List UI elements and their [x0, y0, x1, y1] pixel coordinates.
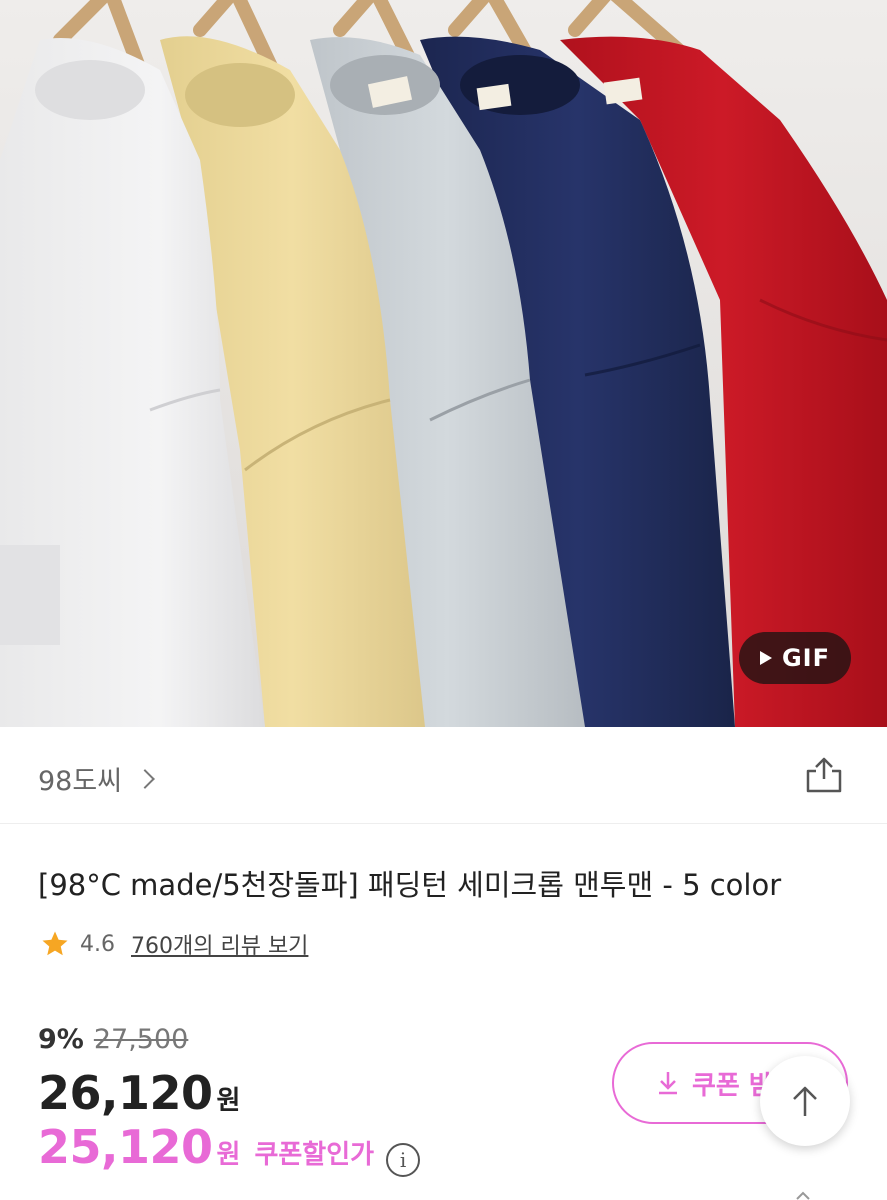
- store-name: 98도씨: [38, 766, 123, 797]
- rating-row: 4.6 760개의 리뷰 보기: [40, 928, 308, 960]
- info-icon[interactable]: i: [386, 1143, 421, 1177]
- play-icon: [759, 651, 772, 665]
- sale-price-unit: 원: [216, 1086, 241, 1116]
- star-icon: [42, 931, 68, 956]
- rating-score: 4.6: [80, 931, 115, 957]
- coupon-price: 25,120: [38, 1120, 213, 1174]
- gif-label: GIF: [781, 644, 831, 672]
- sale-price: 26,120: [38, 1066, 213, 1120]
- download-icon: [659, 1072, 677, 1095]
- chevron-right-icon: [135, 768, 155, 789]
- discount-percent: 9%: [38, 1024, 84, 1055]
- scroll-top-button[interactable]: [760, 1056, 850, 1146]
- arrow-up-icon: [793, 1086, 817, 1116]
- coupon-price-row: 25,120 원 쿠폰할인가 i: [38, 1120, 421, 1177]
- reviews-link[interactable]: 760개의 리뷰 보기: [131, 928, 308, 960]
- discount-row: 9% 27,500: [38, 1024, 188, 1055]
- coupon-price-label: 쿠폰할인가: [254, 1140, 375, 1170]
- sweatshirts-photo: [0, 0, 887, 727]
- original-price: 27,500: [93, 1024, 189, 1055]
- store-row: 98도씨: [0, 727, 887, 824]
- share-icon[interactable]: [804, 755, 844, 795]
- gif-badge[interactable]: GIF: [739, 632, 851, 684]
- product-title: [98°C made/5천장돌파] 패딩턴 세미크롭 맨투맨 - 5 color: [38, 868, 782, 902]
- product-image[interactable]: GIF: [0, 0, 887, 727]
- coupon-price-unit: 원: [216, 1140, 241, 1170]
- chevron-up-icon: [796, 1191, 810, 1200]
- sale-price-row: 26,120 원: [38, 1066, 240, 1120]
- store-link[interactable]: 98도씨: [38, 759, 155, 798]
